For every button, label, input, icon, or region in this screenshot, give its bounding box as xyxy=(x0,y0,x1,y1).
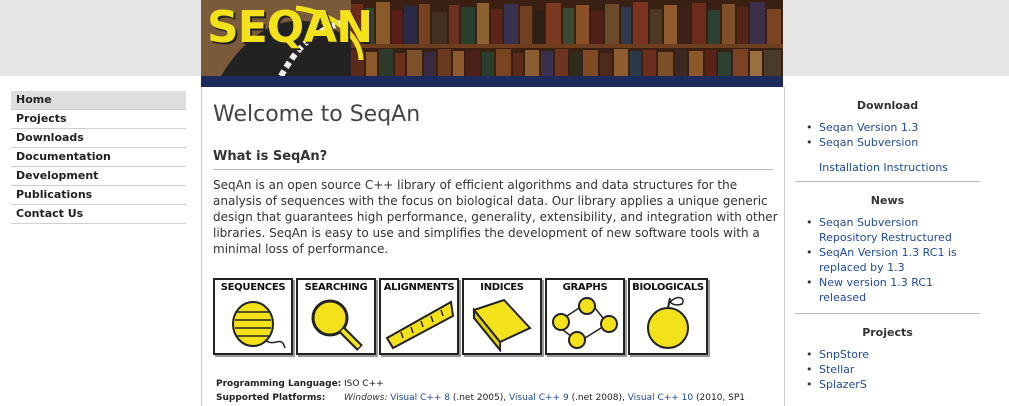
news-line: New version 1.3 RC1 xyxy=(819,276,934,289)
tile-sequences[interactable]: SEQUENCES xyxy=(213,278,293,355)
nav-item-downloads[interactable]: Downloads xyxy=(11,129,186,148)
meta-value: ISO C++ xyxy=(344,379,384,389)
meta-language-row: Programming Language: ISO C++ xyxy=(216,377,745,391)
download-heading: Download xyxy=(856,99,919,112)
news-item[interactable]: New version 1.3 RC1 released xyxy=(806,275,980,305)
main-content: Welcome to SeqAn What is SeqAn? SeqAn is… xyxy=(201,87,785,406)
meta-note: (2010, SP1 xyxy=(696,393,746,403)
tile-searching[interactable]: SEARCHING xyxy=(296,278,376,355)
seqan-logo[interactable]: SEQAN xyxy=(207,2,373,53)
nav-item-home[interactable]: Home xyxy=(11,91,186,110)
graph-icon xyxy=(552,297,618,349)
meta-note: (.net 2005), xyxy=(452,393,507,403)
book-icon xyxy=(472,298,532,352)
spool-icon xyxy=(232,301,286,349)
tile-graphs[interactable]: GRAPHS xyxy=(545,278,625,355)
projects-heading: Projects xyxy=(862,326,913,339)
news-line: replaced by 1.3 xyxy=(819,261,905,274)
tile-label: BIOLOGICALS xyxy=(632,282,704,293)
download-link-subversion[interactable]: Seqan Subversion xyxy=(806,135,980,150)
tile-label: SEQUENCES xyxy=(220,282,286,293)
news-heading: News xyxy=(870,194,905,207)
meta-note: (.net 2008), xyxy=(571,393,625,403)
download-link-seqan-1-3[interactable]: Seqan Version 1.3 xyxy=(806,120,980,135)
left-navigation: Home Projects Downloads Documentation De… xyxy=(11,91,186,224)
meta-os: Windows: xyxy=(344,393,388,403)
news-list: Seqan SubversionRepository Restructured … xyxy=(795,215,980,305)
meta-label: Supported Platforms: xyxy=(216,393,326,403)
right-sidebar: Download Seqan Version 1.3 Seqan Subvers… xyxy=(795,87,980,392)
link-visual-cpp-9[interactable]: Visual C++ 9 xyxy=(509,393,569,403)
tile-biologicals[interactable]: BIOLOGICALS xyxy=(628,278,708,355)
tile-label: ALIGNMENTS xyxy=(383,282,455,293)
link-visual-cpp-10[interactable]: Visual C++ 10 xyxy=(628,393,693,403)
projects-list: SnpStore Stellar SplazerS xyxy=(795,347,980,392)
header-banner: SEQAN xyxy=(201,0,783,87)
tile-label: GRAPHS xyxy=(562,282,608,293)
tile-label: INDICES xyxy=(480,282,524,293)
nav-item-projects[interactable]: Projects xyxy=(11,110,186,129)
fruit-icon xyxy=(647,296,689,349)
section-heading: What is SeqAn? xyxy=(213,149,773,170)
nav-item-publications[interactable]: Publications xyxy=(11,186,186,205)
project-link-snpstore[interactable]: SnpStore xyxy=(806,347,980,362)
news-line: SeqAn Version 1.3 RC1 is xyxy=(819,246,957,259)
project-link-stellar[interactable]: Stellar xyxy=(806,362,980,377)
news-item[interactable]: SeqAn Version 1.3 RC1 is replaced by 1.3 xyxy=(806,245,980,275)
news-line: Seqan Subversion xyxy=(819,216,919,229)
meta-label: Programming Language: xyxy=(216,379,342,389)
link-visual-cpp-8[interactable]: Visual C++ 8 xyxy=(390,393,450,403)
magnifier-icon xyxy=(311,299,363,351)
project-metadata: Programming Language: ISO C++ Supported P… xyxy=(216,377,745,405)
download-list: Seqan Version 1.3 Seqan Subversion xyxy=(795,120,980,150)
installation-link[interactable]: Installation Instructions xyxy=(795,160,980,175)
nav-item-contact-us[interactable]: Contact Us xyxy=(11,205,186,224)
news-item[interactable]: Seqan Subversion Repository Restructured xyxy=(806,215,980,245)
page-title: Welcome to SeqAn xyxy=(213,102,421,127)
meta-platforms-row: Supported Platforms: Windows: Visual C++ … xyxy=(216,391,745,405)
tile-label: SEARCHING xyxy=(304,282,368,293)
project-link-splazers[interactable]: SplazerS xyxy=(806,377,980,392)
ruler-icon xyxy=(385,300,455,350)
banner-strip xyxy=(201,76,783,87)
news-line: released xyxy=(819,291,867,304)
tile-indices[interactable]: INDICES xyxy=(462,278,542,355)
nav-item-documentation[interactable]: Documentation xyxy=(11,148,186,167)
news-line: Repository Restructured xyxy=(819,231,952,244)
tile-alignments[interactable]: ALIGNMENTS xyxy=(379,278,459,355)
intro-paragraph: SeqAn is an open source C++ library of e… xyxy=(213,178,778,256)
nav-item-development[interactable]: Development xyxy=(11,167,186,186)
